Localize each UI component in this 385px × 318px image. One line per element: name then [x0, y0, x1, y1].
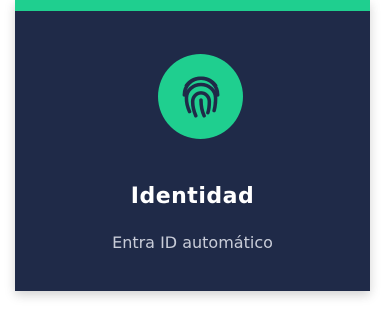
fingerprint-icon	[182, 75, 219, 118]
identity-card[interactable]: Identidad Entra ID automático	[15, 0, 370, 291]
card-title: Identidad	[130, 184, 255, 209]
icon-badge	[158, 54, 243, 139]
card-subtitle: Entra ID automático	[112, 233, 273, 252]
card-accent-bar	[15, 0, 370, 11]
